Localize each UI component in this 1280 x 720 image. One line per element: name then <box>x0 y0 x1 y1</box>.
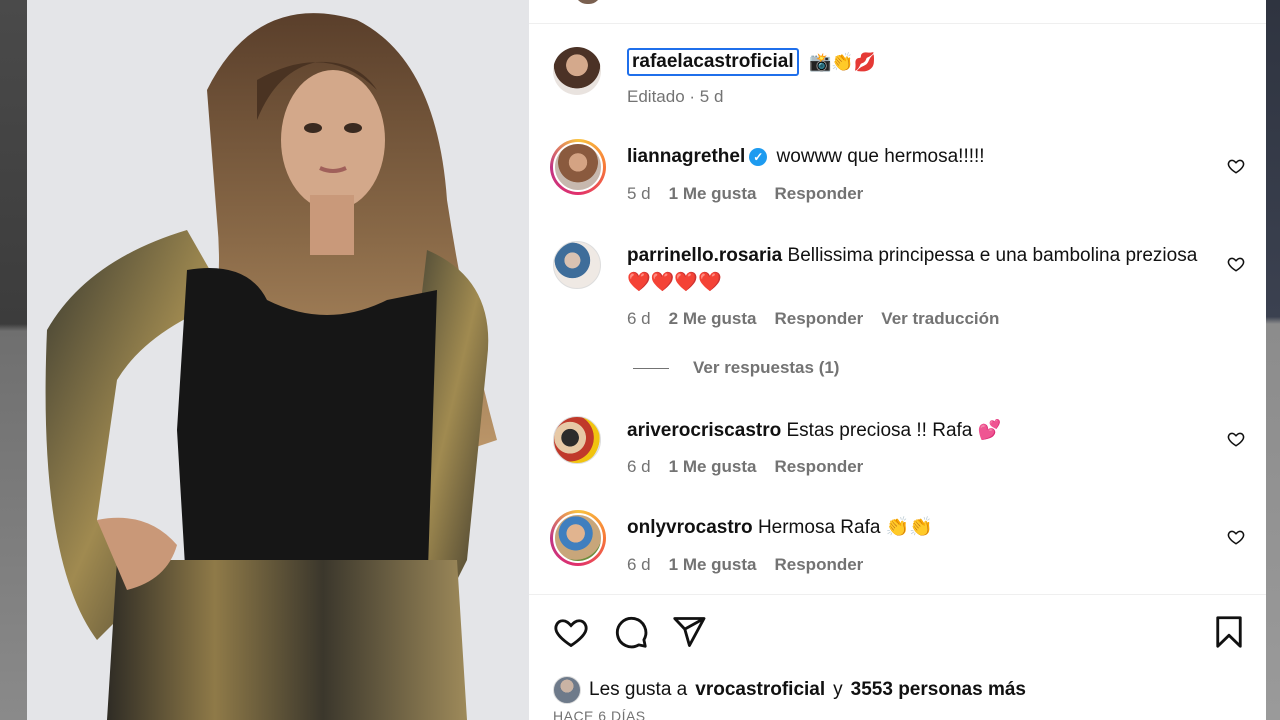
verified-badge-icon: ✓ <box>749 148 768 166</box>
comment-username-link[interactable]: liannagrethel <box>627 146 745 167</box>
view-replies-button[interactable]: Ver respuestas (1) <box>633 358 839 378</box>
comment-meta-row: 5 d 1 Me gusta Responder <box>627 184 863 204</box>
background-overlay-right[interactable] <box>1266 0 1280 720</box>
comment-text: wowww que hermosa!!!!! <box>776 146 985 167</box>
post-time-ago[interactable]: HACE 6 DÍAS <box>553 708 646 720</box>
comment-time[interactable]: 6 d <box>627 309 651 329</box>
comments-panel: rafaelacastroficial 📸👏💋 Editado · 5 d li… <box>529 0 1266 720</box>
comment-meta-row: 6 d 2 Me gusta Responder Ver traducción <box>627 309 999 329</box>
avatar[interactable] <box>553 676 581 704</box>
caption-text: 📸👏💋 <box>809 52 877 72</box>
avatar[interactable] <box>575 0 601 4</box>
background-overlay-left[interactable] <box>0 0 27 720</box>
reply-button[interactable]: Responder <box>775 457 864 477</box>
comment-username-link[interactable]: ariverocriscastro <box>627 420 781 441</box>
comment-avatar-ariverocriscastro[interactable] <box>553 416 601 464</box>
likes-prefix: Les gusta a <box>589 679 688 700</box>
comment-icon[interactable] <box>613 614 649 650</box>
comment-text: Hermosa Rafa 👏👏 <box>757 517 934 538</box>
comment-avatar-parrinello[interactable] <box>553 241 601 289</box>
comment-likes-count[interactable]: 2 Me gusta <box>669 309 757 329</box>
comment-text: Estas preciosa !! Rafa 💕 <box>786 420 1002 441</box>
likes-count-link[interactable]: 3553 personas más <box>851 679 1026 701</box>
post-image <box>27 0 529 720</box>
heart-icon[interactable] <box>1227 157 1245 175</box>
view-replies-label: Ver respuestas (1) <box>693 358 840 377</box>
reply-button[interactable]: Responder <box>775 309 864 329</box>
comment-avatar-onlyvrocastro[interactable] <box>550 510 606 566</box>
heart-icon[interactable] <box>553 614 589 650</box>
comment-body: ariverocriscastro Estas preciosa !! Rafa… <box>627 417 1207 444</box>
previous-header-strip <box>529 0 1266 24</box>
comment-time[interactable]: 5 d <box>627 184 651 204</box>
reply-button[interactable]: Responder <box>775 184 864 204</box>
bookmark-icon[interactable] <box>1211 614 1247 650</box>
comment-username-link[interactable]: onlyvrocastro <box>627 517 753 538</box>
likes-connector: y <box>833 679 843 700</box>
comment-likes-count[interactable]: 1 Me gusta <box>669 184 757 204</box>
comment-time[interactable]: 6 d <box>627 555 651 575</box>
liker-username-link[interactable]: vrocastroficial <box>695 679 825 701</box>
translate-button[interactable]: Ver traducción <box>881 309 999 329</box>
comment-username-link[interactable]: parrinello.rosaria <box>627 245 782 266</box>
caption-username-link[interactable]: rafaelacastroficial <box>627 48 799 76</box>
comment-body: onlyvrocastro Hermosa Rafa 👏👏 <box>627 514 1207 541</box>
comment-body: liannagrethel ✓ wowww que hermosa!!!!! <box>627 143 1207 170</box>
avatar <box>553 142 603 192</box>
comment-avatar-liannagrethel[interactable] <box>550 139 606 195</box>
caption-meta: Editado · 5 d <box>627 87 724 106</box>
avatar <box>553 513 603 563</box>
comment-likes-count[interactable]: 1 Me gusta <box>669 555 757 575</box>
post-photo[interactable] <box>27 0 529 720</box>
instagram-post-viewer: rafaelacastroficial 📸👏💋 Editado · 5 d li… <box>0 0 1280 720</box>
heart-icon[interactable] <box>1227 255 1245 273</box>
replies-divider <box>633 367 669 369</box>
likes-summary: Les gusta a vrocastroficial y 3553 perso… <box>553 676 1026 704</box>
heart-icon[interactable] <box>1227 430 1245 448</box>
comment-time[interactable]: 6 d <box>627 457 651 477</box>
caption-author-avatar[interactable] <box>553 47 601 95</box>
comment-likes-count[interactable]: 1 Me gusta <box>669 457 757 477</box>
reply-button[interactable]: Responder <box>775 555 864 575</box>
actions-divider <box>529 594 1266 595</box>
comment-meta-row: 6 d 1 Me gusta Responder <box>627 555 863 575</box>
comment-body: parrinello.rosaria Bellissima principess… <box>627 242 1207 296</box>
share-icon[interactable] <box>671 614 707 650</box>
heart-icon[interactable] <box>1227 528 1245 546</box>
comment-meta-row: 6 d 1 Me gusta Responder <box>627 457 863 477</box>
